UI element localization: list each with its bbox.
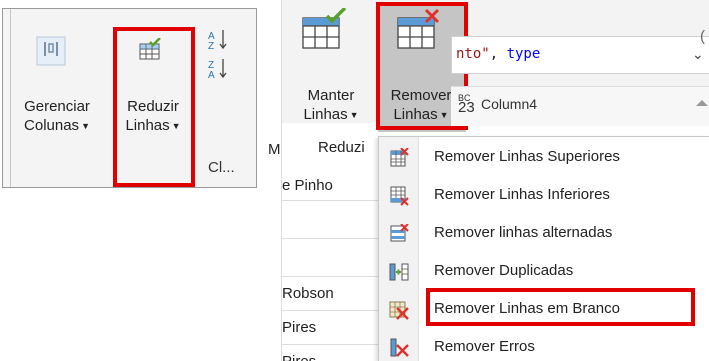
scroll-up-icon[interactable]: [696, 100, 708, 106]
menu-item-remove-top-rows[interactable]: Remover Linhas Superiores: [379, 139, 709, 177]
remove-blank-rows-icon: [389, 301, 409, 320]
ribbon-separator: [10, 9, 11, 187]
remove-alternate-rows-icon: [390, 224, 409, 242]
left-strip: [268, 0, 282, 361]
row-divider: [282, 200, 382, 201]
highlight-box: [113, 27, 195, 187]
chevron-down-icon[interactable]: ⌄: [692, 46, 704, 63]
menu-item-label: Remover Erros: [434, 338, 535, 355]
menu-item-remove-errors[interactable]: Remover Erros: [379, 329, 709, 361]
svg-text:Z: Z: [208, 41, 214, 52]
menu-item-label: Remover Duplicadas: [434, 262, 574, 279]
formula-comma: ,: [489, 46, 507, 62]
keep-rows-label-2: Linhas ▼: [303, 106, 359, 123]
grid-cell: Robson: [282, 285, 334, 302]
grid-cell: Pires: [282, 353, 382, 361]
partial-edge-icon: (: [700, 28, 705, 45]
row-divider: [282, 276, 382, 277]
menu-item-label: Remover linhas alternadas: [434, 224, 613, 241]
manage-columns-icon: [36, 36, 66, 66]
column-header[interactable]: BC 23 Column4: [451, 86, 709, 126]
highlight-box: [426, 288, 695, 326]
grid-cell: Pires: [282, 319, 317, 336]
menu-item-remove-bottom-rows[interactable]: Remover Linhas Inferiores: [379, 177, 709, 215]
right-ribbon-panel: M Manter Linhas ▼ Remover Linhas ▼ Reduzi …: [268, 0, 709, 361]
ribbon-group-label: Reduzi: [318, 139, 365, 156]
manage-columns-label-2: Colunas ▼: [24, 117, 90, 134]
svg-text:A: A: [208, 70, 215, 81]
dropdown-arrow-icon: ▼: [81, 120, 90, 131]
row-divider: [282, 238, 382, 239]
column-name: Column4: [481, 96, 538, 112]
remove-bottom-rows-icon: [390, 186, 409, 206]
menu-item-remove-alternate-rows[interactable]: Remover linhas alternadas: [379, 215, 709, 253]
type-badge: BC 23: [458, 93, 475, 116]
formula-keyword: type: [506, 46, 541, 62]
group-label: Cl...: [208, 159, 235, 176]
left-ribbon-panel: Gerenciar Colunas ▼ Reduzir Linhas ▼ A Z Z…: [2, 8, 257, 188]
menu-item-remove-duplicates[interactable]: Remover Duplicadas: [379, 253, 709, 291]
row-divider: [282, 344, 382, 345]
row-header-letter: M: [268, 141, 281, 158]
keep-rows-icon: [302, 8, 347, 49]
keep-rows-button[interactable]: Manter Linhas ▼: [294, 86, 368, 125]
manage-columns-label-1: Gerenciar: [24, 98, 90, 115]
remove-rows-menu: Remover Linhas Superiores Remover Linhas…: [378, 136, 709, 361]
formula-bar[interactable]: nto", type: [451, 36, 709, 74]
formula-string: nto": [456, 46, 490, 62]
remove-duplicates-icon: [389, 263, 409, 281]
menu-item-label: Remover Linhas Superiores: [434, 148, 620, 165]
manage-columns-button[interactable]: Gerenciar Colunas ▼: [12, 97, 102, 136]
sort-icons: A Z Z A: [208, 30, 227, 81]
keep-rows-label-1: Manter: [307, 87, 355, 104]
menu-item-label: Remover Linhas Inferiores: [434, 186, 610, 203]
remove-errors-icon: [390, 338, 409, 357]
grid-cell: e Pinho: [282, 177, 333, 194]
remove-top-rows-icon: [390, 148, 409, 167]
row-divider: [282, 310, 382, 311]
dropdown-arrow-icon: ▼: [349, 109, 359, 120]
